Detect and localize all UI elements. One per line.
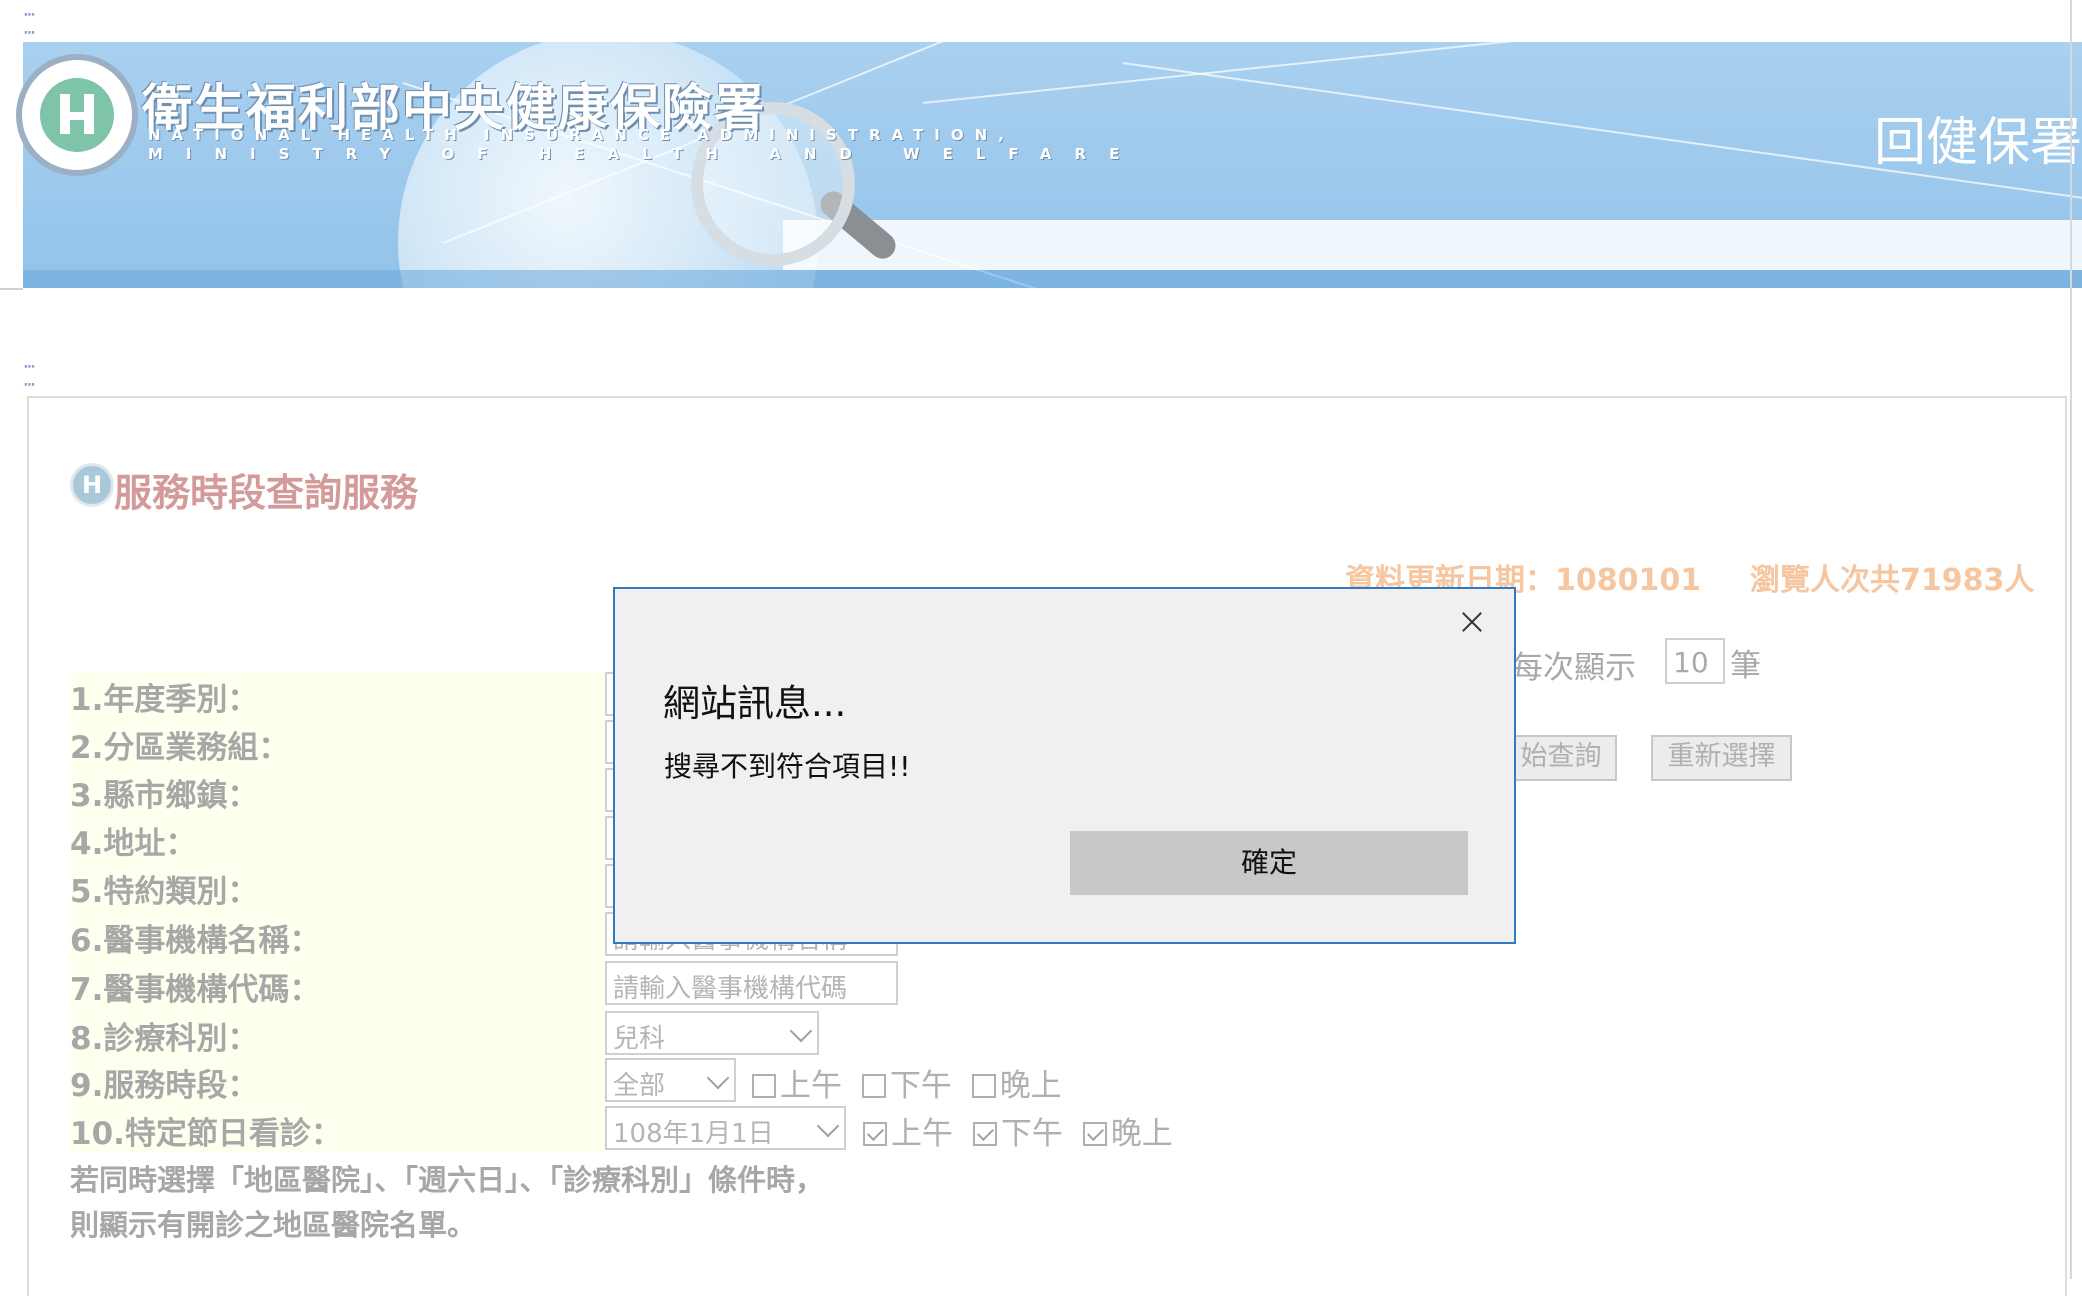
checkbox-checked-icon — [1082, 1122, 1107, 1146]
holiday-period-checkboxes: 上午 下午 晚上 — [863, 1108, 1183, 1153]
org-name-en-line1: NATIONAL HEALTH INSURANCE ADMINISTRATION… — [148, 126, 1015, 144]
checkbox-evening[interactable]: 晚上 — [971, 1068, 1062, 1104]
checkbox-checked-icon — [972, 1122, 997, 1146]
form-label-institution-code: 7.醫事機構代碼： — [70, 972, 321, 1008]
institution-code-input[interactable]: 請輸入醫事機構代碼 — [605, 961, 898, 1005]
banner-stripe — [783, 220, 2082, 270]
org-name-en-line2: MINISTRY OF HEALTH AND WELFARE — [148, 145, 1143, 163]
chevron-down-icon — [789, 1019, 813, 1043]
per-page-unit: 筆 — [1730, 648, 1761, 684]
chevron-down-icon — [816, 1114, 840, 1138]
divider — [2070, 0, 2072, 1279]
form-label-contract-type: 5.特約類別： — [70, 874, 259, 910]
site-message-dialog: 網站訊息... 搜尋不到符合項目!! 確定 — [613, 587, 1516, 944]
checkbox-morning[interactable]: 上午 — [752, 1068, 842, 1104]
form-label-service-period: 9.服務時段： — [70, 1068, 259, 1104]
dialog-title: 網站訊息... — [663, 682, 847, 725]
banner-line — [923, 42, 2082, 104]
holiday-date-select[interactable]: 108年1月1日 — [605, 1106, 846, 1150]
service-period-select-value: 全部 — [613, 1071, 666, 1101]
checkbox-holiday-evening[interactable]: 晚上 — [1082, 1116, 1173, 1152]
checkbox-icon — [971, 1074, 996, 1098]
per-page-input[interactable]: 10 — [1665, 638, 1725, 684]
visit-count: 瀏覽人次共71983人 — [1750, 563, 2035, 598]
note-line-1: 若同時選擇「地區醫院」、「週六日」、「診療科別」條件時， — [70, 1163, 825, 1197]
page-title: 服務時段查詢服務 — [114, 471, 419, 515]
checkbox-afternoon[interactable]: 下午 — [861, 1068, 952, 1104]
ok-button[interactable]: 確定 — [1070, 831, 1468, 895]
divider — [0, 288, 23, 290]
checkbox-holiday-afternoon[interactable]: 下午 — [972, 1116, 1063, 1152]
form-label-institution-name: 6.醫事機構名稱： — [70, 923, 321, 959]
search-button[interactable]: 始查詢 — [1505, 735, 1617, 781]
dialog-message: 搜尋不到符合項目!! — [664, 750, 911, 783]
holiday-date-select-value: 108年1月1日 — [613, 1119, 774, 1149]
form-label-year-quarter: 1.年度季別： — [70, 682, 259, 718]
nhi-h-icon: H — [70, 463, 114, 507]
checkbox-icon — [861, 1074, 886, 1098]
checkbox-holiday-morning[interactable]: 上午 — [863, 1116, 953, 1152]
decorative-dots-icon: ⋯ ⋯ — [24, 356, 39, 395]
banner-stripe — [23, 270, 2082, 288]
department-select[interactable]: 兒科 — [605, 1011, 819, 1055]
form-label-address: 4.地址： — [70, 826, 197, 862]
nhi-seal-logo-icon — [16, 54, 138, 176]
form-label-department: 8.診療科別： — [70, 1021, 259, 1057]
service-period-checkboxes: 上午 下午 晚上 — [752, 1060, 1072, 1105]
note-line-2: 則顯示有開診之地區醫院名單。 — [70, 1208, 477, 1242]
form-label-holiday: 10.特定節日看診： — [70, 1116, 342, 1152]
checkbox-checked-icon — [863, 1122, 887, 1146]
decorative-dots-icon: ⋯ ⋯ — [24, 4, 39, 43]
form-label-city: 3.縣市鄉鎮： — [70, 778, 259, 814]
form-label-region: 2.分區業務組： — [70, 730, 290, 766]
department-select-value: 兒科 — [613, 1024, 666, 1054]
chevron-down-icon — [706, 1066, 730, 1090]
reset-button[interactable]: 重新選擇 — [1651, 735, 1792, 781]
close-icon[interactable] — [1457, 607, 1487, 637]
service-period-select[interactable]: 全部 — [605, 1058, 736, 1102]
back-to-nhi-link[interactable]: 回健保署 — [1874, 100, 2082, 175]
per-page-label: 每次顯示 — [1512, 650, 1636, 686]
checkbox-icon — [752, 1074, 776, 1098]
